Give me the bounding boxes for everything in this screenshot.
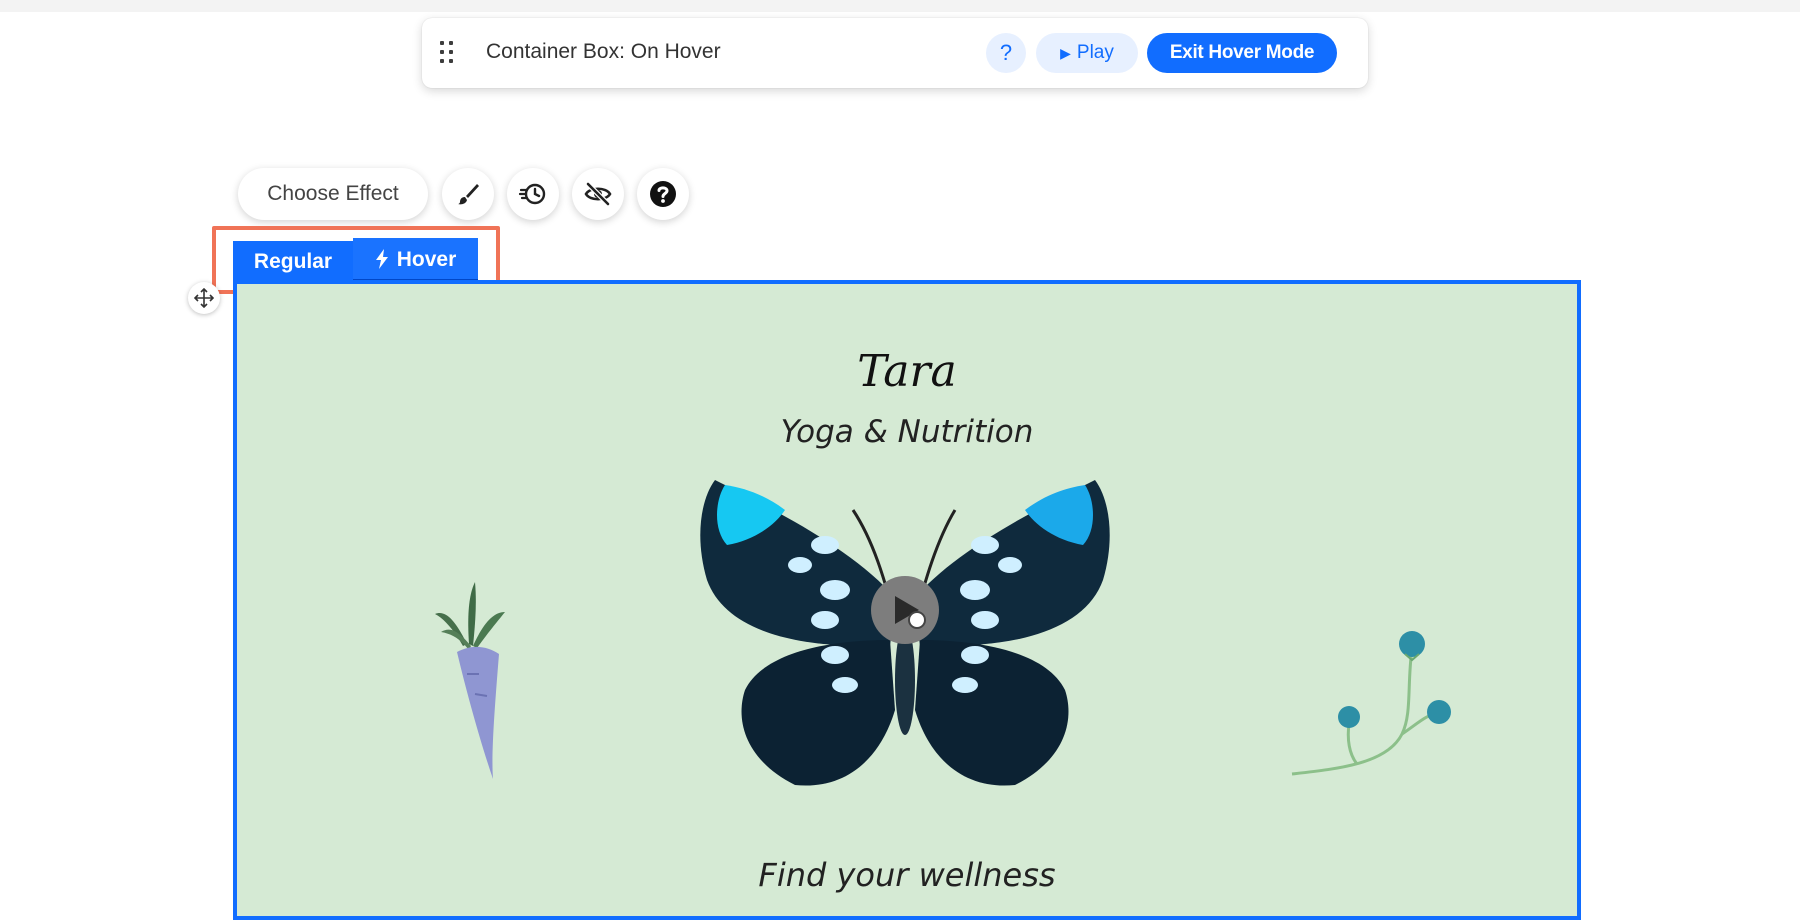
hover-bar-title: Container Box: On Hover [486,40,721,63]
history-button[interactable] [507,168,559,220]
play-icon: ▶ [1060,45,1071,61]
tab-hover-label: Hover [396,248,457,271]
tab-regular[interactable]: Regular [233,241,353,282]
container-box[interactable]: Tara Yoga & Nutrition Find your wellness [233,280,1581,920]
butterfly-image [700,480,1110,786]
carrot-illustration [435,582,505,779]
site-subtitle: Yoga & Nutrition [780,414,1034,450]
hide-button[interactable] [572,168,624,220]
hide-icon [584,182,612,206]
drag-handle-icon[interactable] [440,41,454,65]
brush-button[interactable] [442,168,494,220]
brush-icon [458,184,479,205]
choose-effect-button[interactable]: Choose Effect [238,168,428,220]
play-label: Play [1076,42,1114,63]
move-arrows-icon [194,288,214,308]
site-tagline: Find your wellness [758,856,1056,894]
help-button[interactable]: ? [986,33,1026,73]
help-icon [650,181,676,207]
tab-hover[interactable]: Hover [353,238,478,282]
berry-branch-illustration [1291,631,1451,776]
history-icon [518,183,546,205]
hover-mode-bar: Container Box: On Hover ? ▶ Play Exit Hov… [422,18,1368,88]
site-title: Tara [857,346,957,397]
top-strip [0,0,1800,12]
play-button[interactable]: ▶ Play [1036,33,1138,73]
lightning-icon [375,249,388,269]
move-handle[interactable] [188,282,220,314]
exit-hover-mode-button[interactable]: Exit Hover Mode [1147,33,1337,73]
help-circle-button[interactable] [637,168,689,220]
